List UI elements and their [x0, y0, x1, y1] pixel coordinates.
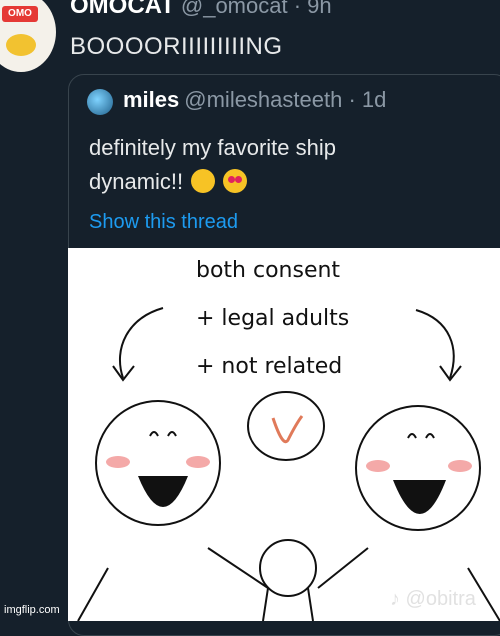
quoted-author-name[interactable]: miles [123, 87, 179, 112]
held-hands [259, 539, 317, 597]
author-name[interactable]: OMOCAT [70, 0, 175, 19]
tiktok-watermark: ♪ @obitra [390, 588, 476, 610]
right-arrow-icon [415, 309, 455, 379]
omocat-logo-text: OMO [2, 6, 38, 22]
left-arrowhead-icon [112, 365, 135, 382]
quoted-tweet-header: miles @mileshasteeth · 1d [123, 87, 386, 113]
tweet-text: BOOOORIIIIIIIIING [70, 33, 283, 60]
quoted-text-line-1: definitely my favorite ship [89, 135, 336, 160]
imgflip-watermark: imgflip.com [4, 604, 60, 616]
show-thread-link[interactable]: Show this thread [89, 211, 238, 234]
quoted-text-line-2: dynamic!! [89, 165, 449, 199]
tweet-header: OMOCAT @_omocat · 9h [70, 0, 332, 20]
comic-image[interactable]: both consent + legal adults + not relate… [68, 248, 500, 621]
heart-icon [271, 415, 304, 444]
comic-caption-1: both consent [196, 258, 341, 283]
heart-eyes-emoji-icon [223, 169, 248, 193]
quoted-avatar[interactable] [87, 89, 113, 115]
smiling-hearts-emoji-icon [191, 169, 216, 193]
quoted-tweet-text: definitely my favorite ship dynamic!! [89, 131, 449, 199]
comic-caption-3: + not related [196, 354, 343, 379]
comic-drawing [77, 307, 500, 621]
quoted-text-line-2-label: dynamic!! [89, 169, 184, 194]
left-arrow-icon [118, 307, 164, 379]
omocat-logo-icon [6, 34, 36, 56]
comic-caption-2: + legal adults [196, 306, 350, 331]
quoted-author-handle[interactable]: @mileshasteeth · 1d [184, 87, 386, 112]
avatar[interactable]: OMO [0, 0, 56, 72]
author-handle[interactable]: @_omocat · 9h [181, 0, 332, 18]
speech-bubble-icon [247, 391, 325, 461]
